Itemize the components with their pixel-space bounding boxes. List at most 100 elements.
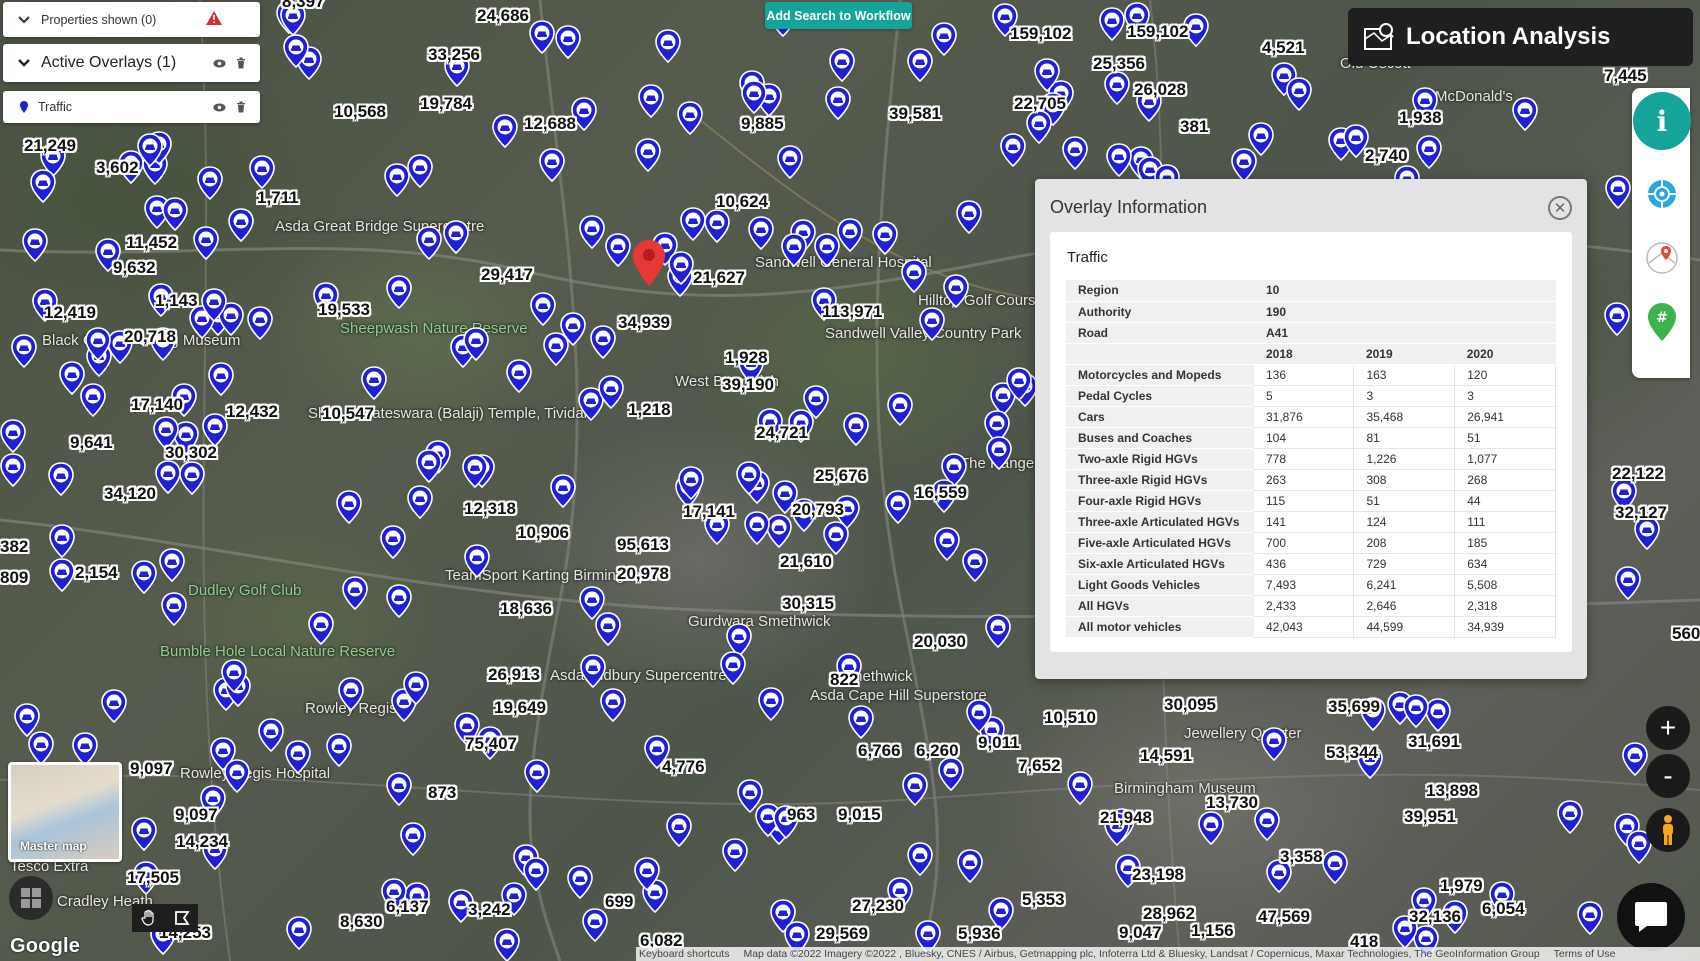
traffic-pin[interactable]	[1286, 77, 1312, 111]
keyboard-shortcuts-link[interactable]: Keyboard shortcuts	[639, 948, 729, 960]
traffic-pin[interactable]	[1622, 742, 1648, 776]
traffic-pin[interactable]	[380, 525, 406, 559]
eye-icon[interactable]	[213, 103, 226, 112]
traffic-pin[interactable]	[492, 114, 518, 148]
traffic-pin[interactable]	[550, 474, 576, 508]
traffic-pin[interactable]	[829, 48, 855, 82]
traffic-pin[interactable]	[283, 34, 309, 68]
traffic-pin[interactable]	[386, 772, 412, 806]
properties-shown-panel[interactable]: Properties shown (0)	[3, 2, 260, 37]
traffic-pin[interactable]	[72, 732, 98, 766]
traffic-pin[interactable]	[680, 207, 706, 241]
traffic-pin[interactable]	[202, 413, 228, 447]
traffic-pin[interactable]	[943, 274, 969, 308]
active-overlays-panel[interactable]: Active Overlays (1)	[3, 44, 260, 82]
traffic-pin[interactable]	[162, 197, 188, 231]
traffic-pin[interactable]	[1615, 566, 1641, 600]
street-view-pegman[interactable]	[1646, 808, 1690, 852]
traffic-overlay-item[interactable]: Traffic	[3, 91, 260, 123]
traffic-pin[interactable]	[131, 560, 157, 594]
chat-button[interactable]	[1617, 883, 1685, 951]
traffic-pin[interactable]	[872, 221, 898, 255]
traffic-pin[interactable]	[1577, 901, 1603, 935]
traffic-pin[interactable]	[777, 145, 803, 179]
traffic-pin[interactable]	[555, 25, 581, 59]
traffic-pin[interactable]	[720, 651, 746, 685]
locate-button[interactable]	[1644, 176, 1680, 212]
add-search-to-workflow-button[interactable]: Add Search to Workflow	[765, 2, 912, 29]
traffic-pin[interactable]	[748, 216, 774, 250]
traffic-pin[interactable]	[986, 436, 1012, 470]
traffic-pin[interactable]	[744, 511, 770, 545]
traffic-pin[interactable]	[1231, 148, 1257, 182]
traffic-pin[interactable]	[326, 733, 352, 767]
selected-location-pin[interactable]	[633, 240, 665, 286]
traffic-pin[interactable]	[582, 908, 608, 942]
traffic-pin[interactable]	[1106, 143, 1132, 177]
traffic-pin[interactable]	[919, 307, 945, 341]
info-button[interactable]: i	[1633, 92, 1691, 150]
traffic-pin[interactable]	[0, 453, 26, 487]
traffic-pin[interactable]	[931, 22, 957, 56]
master-map-toggle[interactable]: Master map	[8, 762, 122, 862]
traffic-pin[interactable]	[956, 200, 982, 234]
traffic-pin[interactable]	[1557, 800, 1583, 834]
traffic-pin[interactable]	[1099, 7, 1125, 41]
chevron-down-icon[interactable]	[17, 13, 31, 27]
grid-menu-button[interactable]	[9, 876, 53, 920]
traffic-pin[interactable]	[825, 86, 851, 120]
traffic-pin[interactable]	[1403, 694, 1429, 728]
traffic-pin[interactable]	[843, 412, 869, 446]
traffic-pin[interactable]	[361, 366, 387, 400]
traffic-pin[interactable]	[1512, 97, 1538, 131]
traffic-pin[interactable]	[386, 275, 412, 309]
traffic-pin[interactable]	[407, 154, 433, 188]
traffic-pin[interactable]	[131, 817, 157, 851]
traffic-pin[interactable]	[668, 251, 694, 285]
traffic-pin[interactable]	[0, 419, 26, 453]
traffic-pin[interactable]	[907, 842, 933, 876]
traffic-pin[interactable]	[494, 928, 520, 961]
traffic-pin[interactable]	[416, 226, 442, 260]
traffic-pin[interactable]	[579, 215, 605, 249]
traffic-pin[interactable]	[197, 166, 223, 200]
traffic-pin[interactable]	[781, 233, 807, 267]
traffic-pin[interactable]	[228, 208, 254, 242]
trash-icon[interactable]	[236, 57, 246, 69]
traffic-pin[interactable]	[837, 218, 863, 252]
traffic-pin[interactable]	[224, 759, 250, 793]
map-layers-button[interactable]	[1644, 240, 1680, 276]
traffic-pin[interactable]	[530, 292, 556, 326]
traffic-pin[interactable]	[736, 461, 762, 495]
traffic-pin[interactable]	[1322, 850, 1348, 884]
traffic-pin[interactable]	[1416, 135, 1442, 169]
traffic-pin[interactable]	[208, 362, 234, 396]
terms-of-use-link[interactable]: Terms of Use	[1554, 948, 1616, 960]
traffic-pin[interactable]	[560, 312, 586, 346]
traffic-pin[interactable]	[28, 731, 54, 765]
traffic-pin[interactable]	[338, 677, 364, 711]
traffic-pin[interactable]	[595, 612, 621, 646]
traffic-pin[interactable]	[741, 80, 767, 114]
traffic-pin[interactable]	[598, 375, 624, 409]
traffic-pin[interactable]	[907, 48, 933, 82]
zoom-out-button[interactable]: -	[1646, 754, 1690, 798]
traffic-pin[interactable]	[758, 687, 784, 721]
traffic-pin[interactable]	[179, 461, 205, 495]
traffic-pin[interactable]	[416, 449, 442, 483]
traffic-pin[interactable]	[155, 460, 181, 494]
traffic-pin[interactable]	[403, 671, 429, 705]
traffic-pin[interactable]	[463, 327, 489, 361]
traffic-pin[interactable]	[161, 592, 187, 626]
traffic-pin[interactable]	[386, 584, 412, 618]
traffic-pin[interactable]	[887, 392, 913, 426]
traffic-pin[interactable]	[247, 306, 273, 340]
traffic-pin[interactable]	[159, 548, 185, 582]
traffic-pin[interactable]	[634, 857, 660, 891]
traffic-pin[interactable]	[580, 654, 606, 688]
traffic-pin[interactable]	[524, 759, 550, 793]
traffic-pin[interactable]	[655, 29, 681, 63]
traffic-pin[interactable]	[966, 699, 992, 733]
traffic-pin[interactable]	[934, 527, 960, 561]
traffic-pin[interactable]	[1104, 71, 1130, 105]
